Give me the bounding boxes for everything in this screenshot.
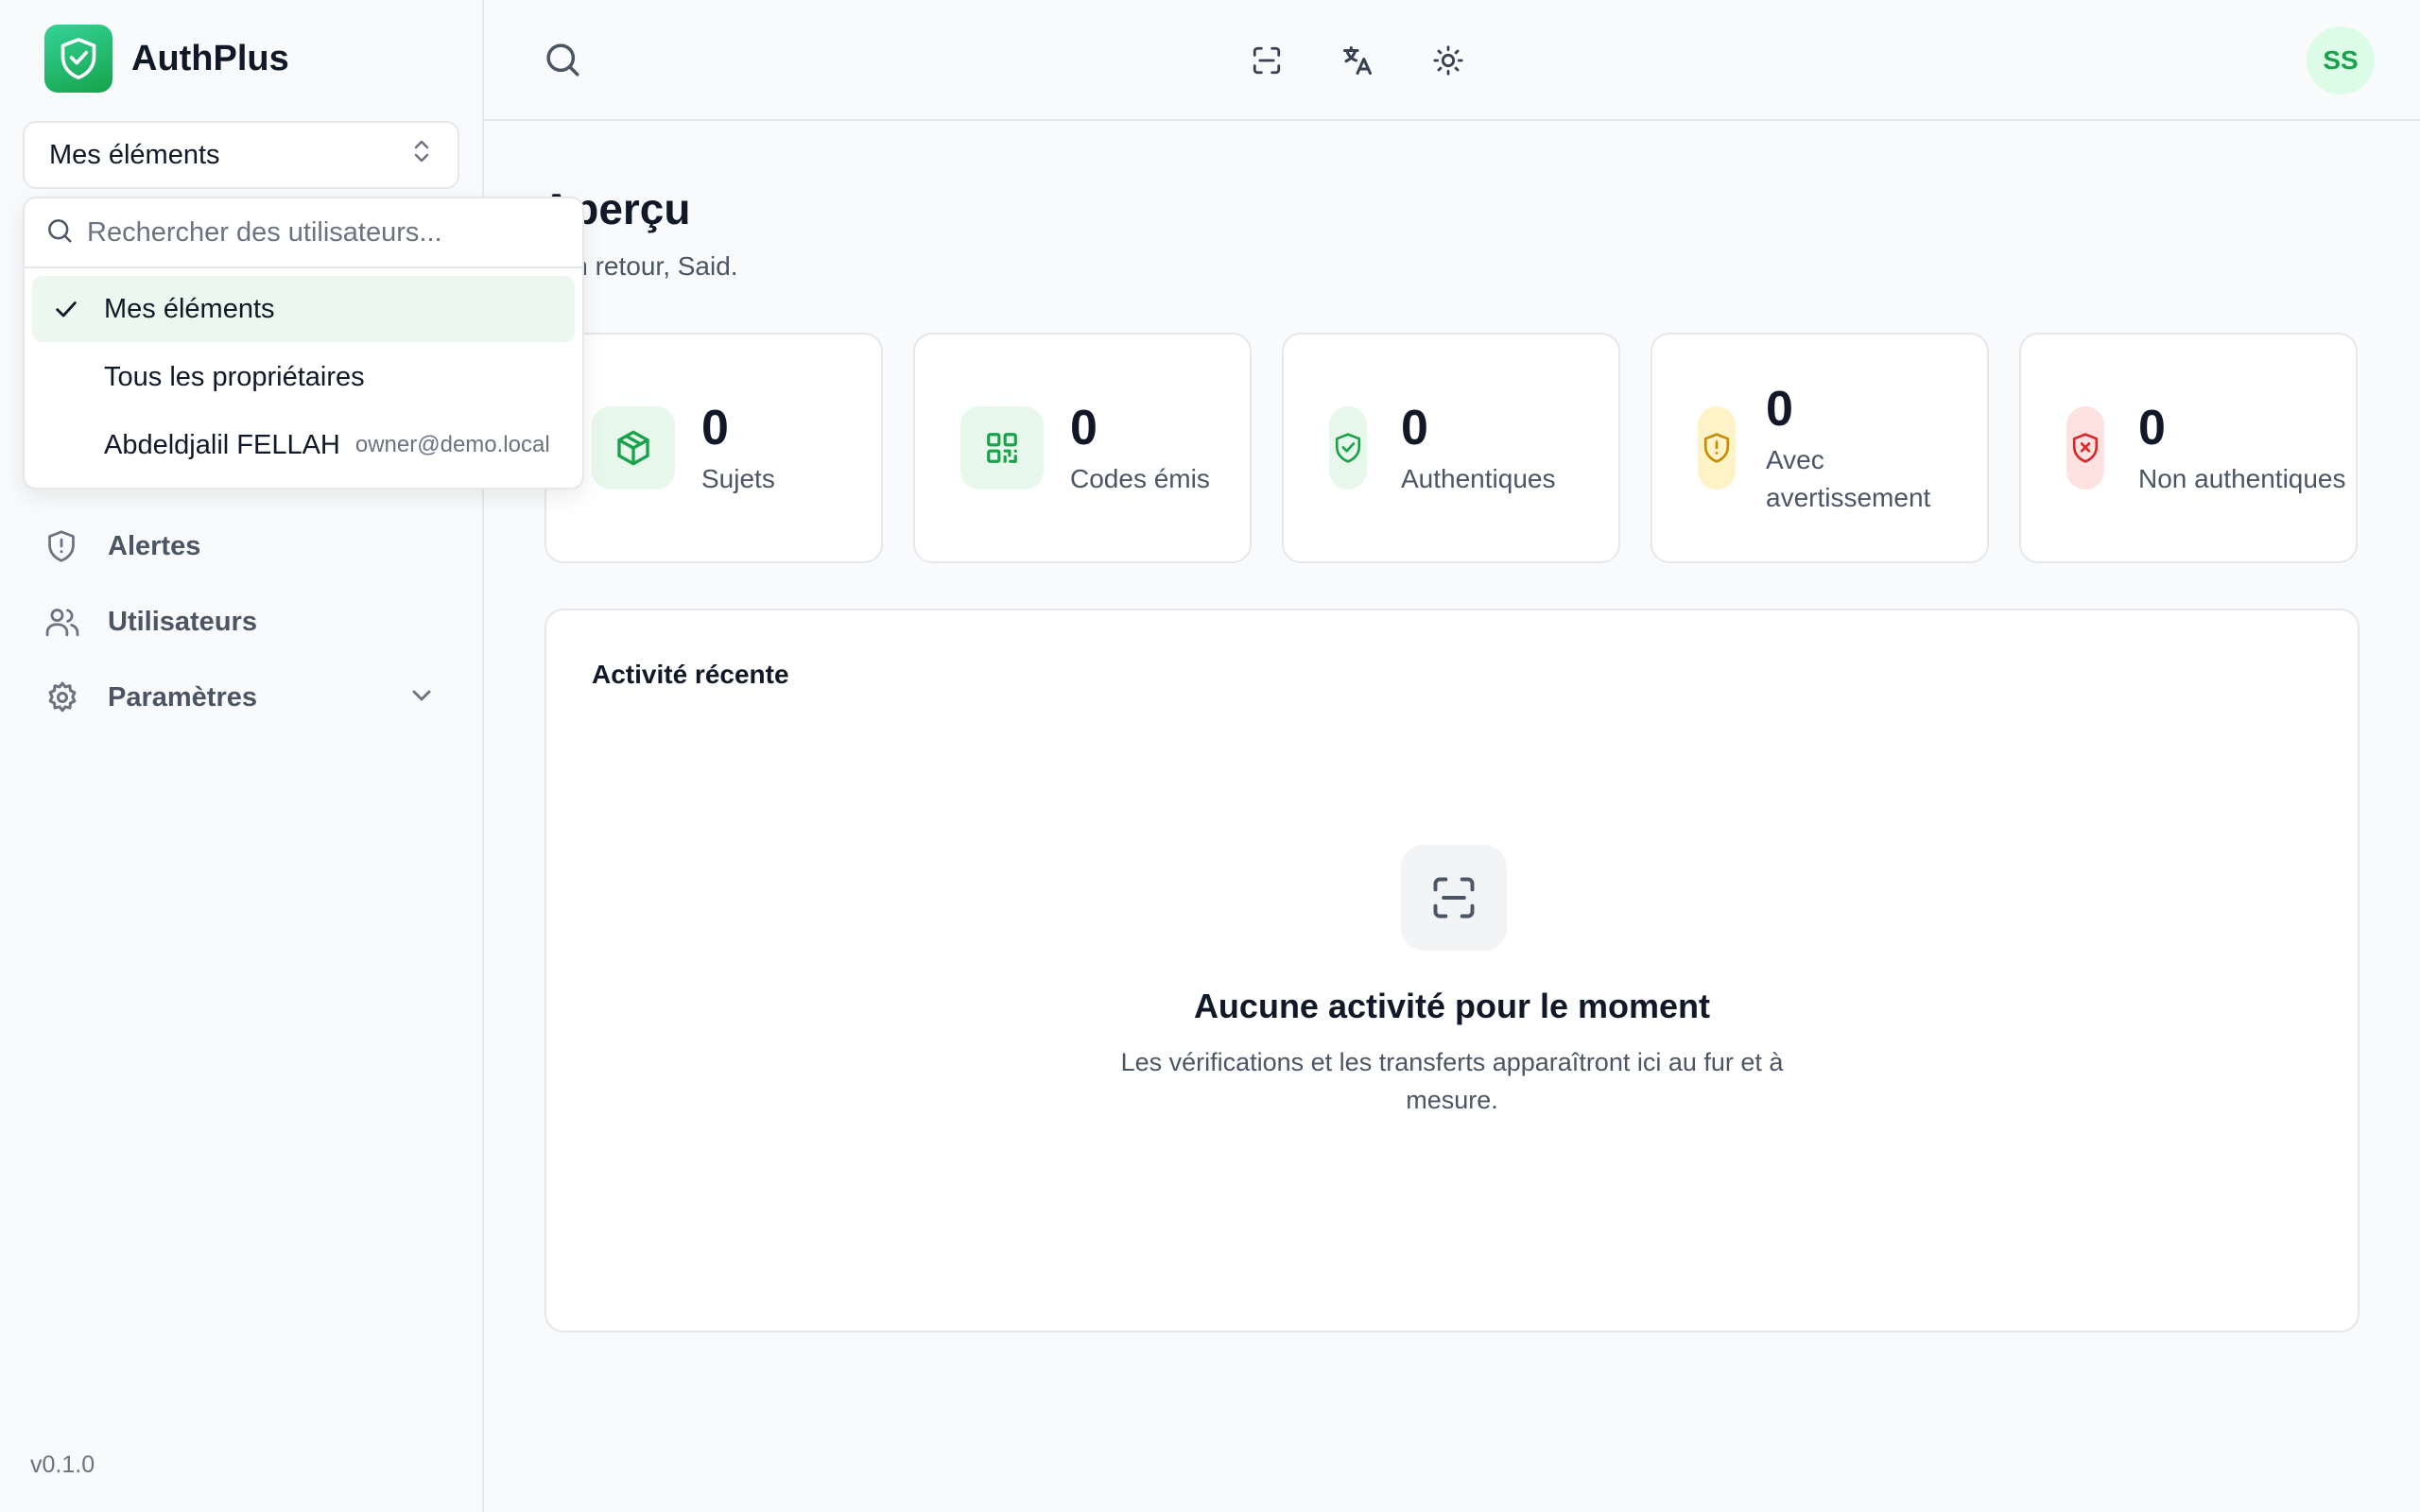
brand[interactable]: AuthPlus	[44, 25, 289, 93]
stat-label: Codes émis	[1070, 463, 1210, 493]
shield-alert-icon	[45, 529, 79, 563]
search-icon	[45, 216, 74, 249]
chevron-down-icon[interactable]	[406, 680, 437, 718]
sidebar-item-label: Utilisateurs	[108, 606, 257, 637]
stat-label: Avec avertissement	[1766, 444, 1931, 512]
stat-card-avec-avertissement: 0 Avec avertissement	[1651, 333, 1989, 563]
sidebar-item-parametres[interactable]: Paramètres	[23, 660, 459, 735]
scan-icon	[1401, 845, 1507, 951]
translate-icon[interactable]	[1335, 38, 1380, 83]
check-icon	[53, 296, 79, 330]
stat-value: 0	[701, 401, 729, 456]
shield-check-icon	[44, 25, 112, 93]
sidebar-item-label: Alertes	[108, 530, 201, 561]
stat-card-authentiques: 0 Authentiques	[1282, 333, 1620, 563]
recent-activity-title: Activité récente	[592, 660, 789, 689]
owner-search	[25, 198, 582, 268]
owner-dropdown: Mes éléments Tous les propriétaires Abde…	[23, 197, 584, 490]
owner-option-label: Abdeldjalil FELLAH	[104, 429, 340, 460]
sidebar-item-utilisateurs[interactable]: Utilisateurs	[23, 584, 459, 660]
stat-label: Authentiques	[1401, 463, 1556, 493]
topbar: SS	[484, 0, 2420, 121]
owner-option-label: Mes éléments	[104, 293, 275, 324]
stat-value: 0	[1070, 401, 1098, 456]
scan-icon[interactable]	[1244, 38, 1289, 83]
stat-value: 0	[1766, 382, 1793, 438]
empty-state-title: Aucune activité pour le moment	[1193, 987, 1711, 1025]
users-icon	[45, 605, 79, 639]
shield-warning-icon	[1698, 406, 1736, 490]
owner-option-email: owner@demo.local	[354, 432, 550, 457]
stat-value: 0	[2138, 401, 2166, 456]
sidebar-item-alertes[interactable]: Alertes	[23, 508, 459, 584]
gear-icon	[45, 680, 79, 714]
search-icon[interactable]	[543, 40, 582, 84]
brand-name: AuthPlus	[131, 38, 289, 78]
stat-label: Non authentiques	[2138, 463, 2346, 493]
app-version: v0.1.0	[30, 1452, 95, 1478]
stat-card-sujets: 0 Sujets	[544, 333, 883, 563]
empty-state-description: Les vérifications et les transferts appa…	[1120, 1048, 1784, 1114]
main-content: Aperçu Bon retour, Said. 0 Sujets 0 Code…	[484, 123, 2420, 1512]
owner-option-label: Tous les propriétaires	[104, 361, 365, 392]
owner-search-input[interactable]	[87, 216, 541, 249]
package-icon	[592, 406, 675, 490]
stat-card-non-authentiques: 0 Non authentiques	[2019, 333, 2358, 563]
sun-icon[interactable]	[1426, 38, 1471, 83]
stat-card-codes-emis: 0 Codes émis	[913, 333, 1252, 563]
stat-value: 0	[1401, 401, 1428, 456]
owner-option-mine[interactable]: Mes éléments	[32, 276, 575, 342]
owner-select-value: Mes éléments	[49, 139, 220, 170]
stat-label: Sujets	[701, 463, 775, 493]
recent-activity-card: Activité récente Aucune activité pour le…	[544, 609, 2360, 1332]
owner-option-all[interactable]: Tous les propriétaires	[32, 344, 575, 410]
chevrons-up-down-icon	[410, 136, 433, 174]
owner-option-user[interactable]: Abdeldjalil FELLAH owner@demo.local	[32, 412, 575, 478]
owner-select[interactable]: Mes éléments	[23, 121, 459, 189]
shield-check-icon	[1329, 406, 1367, 490]
owner-option-list: Mes éléments Tous les propriétaires Abde…	[25, 268, 582, 488]
qr-code-icon	[960, 406, 1044, 490]
avatar[interactable]: SS	[2307, 26, 2375, 94]
shield-x-icon	[2066, 406, 2104, 490]
sidebar-item-label: Paramètres	[108, 681, 257, 713]
sidebar-nav: Alertes Utilisateurs Paramètres	[23, 508, 459, 735]
